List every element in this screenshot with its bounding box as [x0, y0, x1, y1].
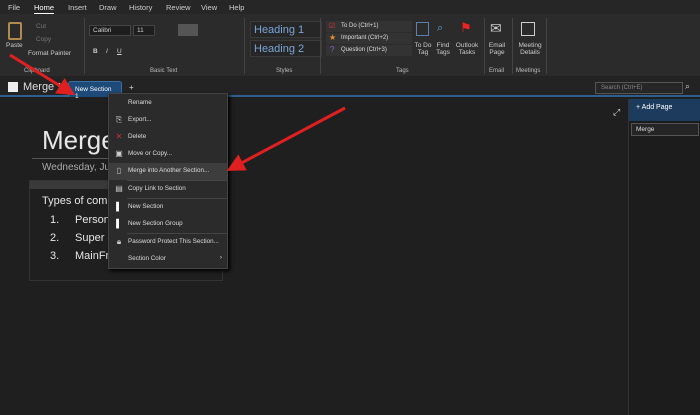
arrow-to-section-tab: [9, 53, 76, 96]
arrow-to-merge-item: [226, 106, 346, 171]
annotation-arrows: [9, 53, 346, 171]
